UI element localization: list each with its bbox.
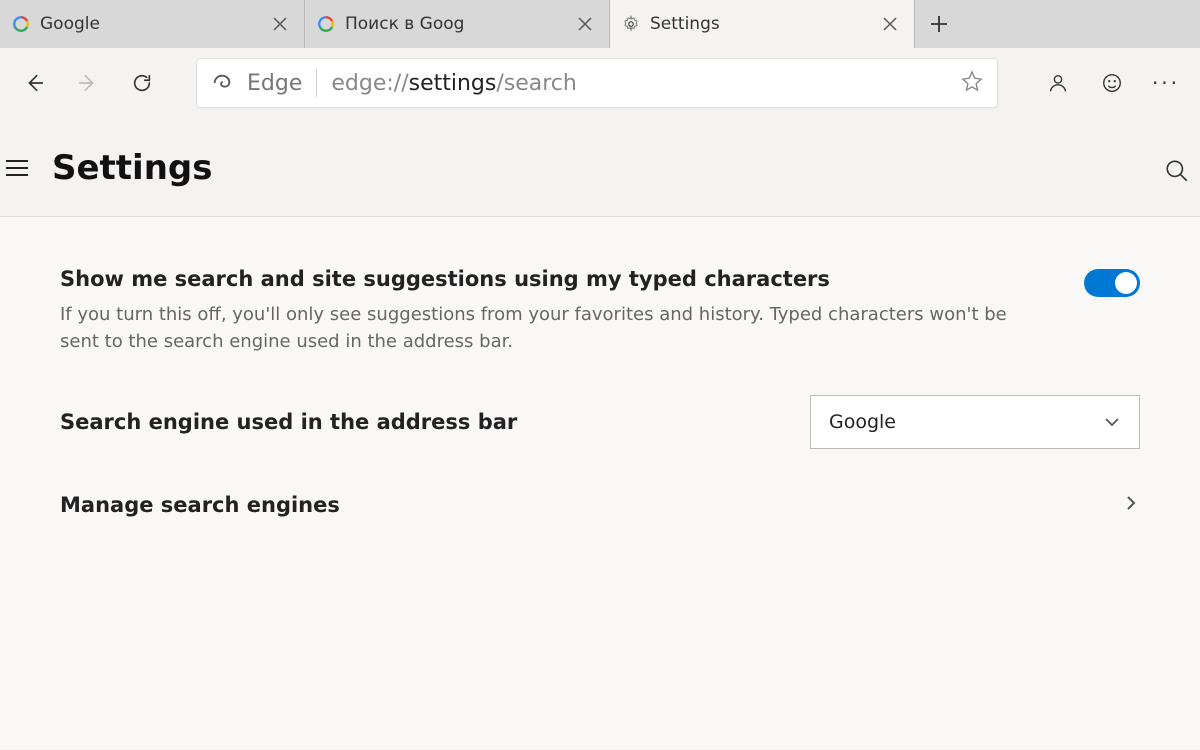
search-engine-select[interactable]: Google [810,395,1140,449]
feedback-button[interactable] [1088,59,1136,107]
refresh-button[interactable] [118,59,166,107]
tab-google-search[interactable]: Поиск в Goog [305,0,610,48]
tab-google[interactable]: Google [0,0,305,48]
manage-label: Manage search engines [60,493,340,517]
favorite-icon[interactable] [961,70,983,96]
page-header: Settings [0,118,1200,217]
forward-button[interactable] [64,59,112,107]
setting-search-engine: Search engine used in the address bar Go… [60,395,1140,449]
suggestions-label: Show me search and site suggestions usin… [60,267,1040,291]
url-prefix: edge:// [331,71,408,96]
tab-title: Settings [650,14,868,34]
search-icon[interactable] [1164,158,1190,188]
close-icon[interactable] [268,12,292,36]
more-button[interactable]: ··· [1142,59,1190,107]
chevron-right-icon [1122,494,1140,516]
google-icon [317,15,335,33]
setting-suggestions: Show me search and site suggestions usin… [60,267,1140,355]
close-icon[interactable] [573,12,597,36]
url-text: edge://settings/search [331,71,576,96]
menu-icon[interactable] [6,160,36,176]
divider [316,69,317,97]
address-bar[interactable]: Edge edge://settings/search [196,58,998,108]
scheme-label: Edge [247,71,302,96]
suggestions-toggle[interactable] [1084,269,1140,297]
url-path: settings [409,71,497,96]
tab-strip: Google Поиск в Goog Settings [0,0,1200,48]
page-title: Settings [52,148,213,188]
search-engine-label: Search engine used in the address bar [60,410,517,434]
toolbar: Edge edge://settings/search ··· [0,48,1200,118]
new-tab-button[interactable] [915,0,963,48]
profile-button[interactable] [1034,59,1082,107]
chevron-down-icon [1103,413,1121,431]
tab-title: Поиск в Goog [345,14,563,34]
settings-content: Show me search and site suggestions usin… [0,217,1200,749]
edge-icon [211,72,233,94]
search-engine-value: Google [829,411,896,433]
back-button[interactable] [10,59,58,107]
tab-settings[interactable]: Settings [610,0,915,48]
close-icon[interactable] [878,12,902,36]
suggestions-description: If you turn this off, you'll only see su… [60,301,1040,355]
gear-icon [622,15,640,33]
tab-title: Google [40,14,258,34]
url-suffix: /search [496,71,577,96]
toggle-knob [1115,272,1137,294]
google-icon [12,15,30,33]
manage-search-engines[interactable]: Manage search engines [60,489,1140,521]
